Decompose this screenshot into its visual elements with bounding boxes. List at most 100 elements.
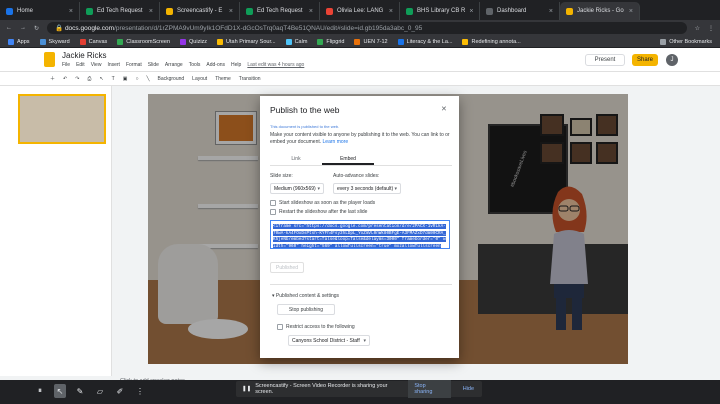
eraser-icon[interactable]: ▱ xyxy=(94,384,106,398)
transition-button[interactable]: Transition xyxy=(239,76,261,82)
bookmark-other[interactable]: Other Bookmarks xyxy=(660,38,712,45)
browser-tab[interactable]: BHS Library CB R × xyxy=(400,2,480,20)
tab-embed[interactable]: Embed xyxy=(322,156,374,165)
bookmark-item[interactable]: Quizizz xyxy=(180,38,207,45)
bookmark-item[interactable]: Literacy & the La... xyxy=(397,38,452,45)
pause-icon[interactable]: ⏸ xyxy=(34,384,46,398)
start-on-load-checkbox[interactable]: Start slideshow as soon as the player lo… xyxy=(270,200,375,206)
checkbox-box[interactable] xyxy=(270,200,276,206)
text-box-icon[interactable]: T xyxy=(112,76,115,82)
bookmark-apps[interactable]: Apps xyxy=(8,38,30,45)
browser-tab-active[interactable]: Jackie Ricks - Go × xyxy=(560,2,640,20)
pen-icon[interactable]: ✎ xyxy=(74,384,86,398)
bookmark-item[interactable]: ClassroomScreen xyxy=(117,38,170,45)
address-bar[interactable]: 🔒 docs.google.com/presentation/d/1rZPMA9… xyxy=(47,22,687,34)
hide-button[interactable]: Hide xyxy=(455,386,482,392)
last-edit-status[interactable]: Last edit was 4 hours ago xyxy=(247,62,304,68)
close-icon[interactable]: ✕ xyxy=(441,105,447,113)
browser-tab[interactable]: Olivia Lee: LANG × xyxy=(320,2,400,20)
back-icon[interactable]: ← xyxy=(6,25,12,31)
close-icon[interactable]: × xyxy=(389,8,393,15)
slide-size-value: Medium (960x569) xyxy=(274,185,316,192)
redo-icon[interactable]: ↷ xyxy=(75,76,79,82)
bookmark-item[interactable]: Skyward xyxy=(39,38,70,45)
bookmark-icon xyxy=(217,38,224,45)
menu-arrange[interactable]: Arrange xyxy=(165,62,183,68)
shape-icon[interactable]: ○ xyxy=(135,76,138,82)
checkbox-box[interactable] xyxy=(270,209,276,215)
auto-advance-select[interactable]: every 3 seconds (default) ▾ xyxy=(333,183,401,194)
browser-tab[interactable]: Home × xyxy=(0,2,80,20)
present-button[interactable]: Present xyxy=(585,54,625,66)
close-icon[interactable]: × xyxy=(549,8,553,15)
extensions-icon[interactable]: ⋮ xyxy=(708,25,714,32)
background-button[interactable]: Background xyxy=(157,76,184,82)
forward-icon[interactable]: → xyxy=(20,25,26,31)
slide-size-select[interactable]: Medium (960x569) ▾ xyxy=(270,183,324,194)
bookmark-icon xyxy=(317,38,324,45)
published-settings-toggle[interactable]: ▾ Published content & settings xyxy=(272,293,339,299)
menu-format[interactable]: Format xyxy=(126,62,142,68)
cursor-icon[interactable]: ↖ xyxy=(54,384,66,398)
print-icon[interactable]: ⎙ xyxy=(87,76,91,82)
embed-code-text: <iframe src="https://docs.google.com/pre… xyxy=(273,224,446,248)
browser-tab[interactable]: Screencastify - E × xyxy=(160,2,240,20)
embed-code-field[interactable]: <iframe src="https://docs.google.com/pre… xyxy=(270,220,450,249)
document-title[interactable]: Jackie Ricks xyxy=(62,51,106,60)
select-icon[interactable]: ↖ xyxy=(99,76,103,82)
highlighter-icon[interactable]: ✐ xyxy=(114,384,126,398)
stop-publishing-button[interactable]: Stop publishing xyxy=(277,304,335,315)
bookmark-item[interactable]: UEN 7-12 xyxy=(354,38,388,45)
published-note: This document is published to the web. xyxy=(270,124,340,129)
bookmark-item[interactable]: Calm xyxy=(285,38,307,45)
close-icon[interactable]: × xyxy=(309,8,313,15)
close-icon[interactable]: × xyxy=(69,8,73,15)
close-icon[interactable]: × xyxy=(229,8,233,15)
avatar[interactable]: J xyxy=(666,54,678,66)
restart-checkbox[interactable]: Restart the slideshow after the last sli… xyxy=(270,209,367,215)
star-icon[interactable]: ☆ xyxy=(695,25,700,32)
bookmark-item[interactable]: Flipgrid xyxy=(317,38,344,45)
menu-file[interactable]: File xyxy=(62,62,70,68)
image-icon[interactable]: ▣ xyxy=(123,76,128,82)
checkbox-box[interactable] xyxy=(277,324,283,330)
bookmark-label: Other Bookmarks xyxy=(669,38,712,45)
bookmark-item[interactable]: Canvas xyxy=(79,38,107,45)
browser-tab[interactable]: Ed Tech Request × xyxy=(240,2,320,20)
menu-slide[interactable]: Slide xyxy=(148,62,159,68)
organization-select[interactable]: Canyons School District - Staff ▾ xyxy=(288,335,370,346)
restrict-access-checkbox[interactable]: Restrict access to the following xyxy=(277,324,355,330)
slide-thumbnail[interactable] xyxy=(18,94,106,144)
undo-icon[interactable]: ↶ xyxy=(63,76,67,82)
menu-addons[interactable]: Add-ons xyxy=(206,62,225,68)
layout-button[interactable]: Layout xyxy=(192,76,207,82)
theme-button[interactable]: Theme xyxy=(215,76,231,82)
tab-favicon xyxy=(406,7,413,15)
more-icon[interactable]: ⋮ xyxy=(134,384,146,398)
tab-link[interactable]: Link xyxy=(270,156,322,165)
auto-advance-label: Auto-advance slides: xyxy=(333,173,380,179)
bookmark-item[interactable]: Redefining annota... xyxy=(462,38,521,45)
browser-tab[interactable]: Ed Tech Request × xyxy=(80,2,160,20)
close-icon[interactable]: × xyxy=(469,8,473,15)
share-button[interactable]: Share xyxy=(632,54,658,66)
reload-icon[interactable]: ↻ xyxy=(34,25,39,32)
menu-edit[interactable]: Edit xyxy=(76,62,85,68)
slides-logo-icon[interactable] xyxy=(44,52,55,67)
add-slide-icon[interactable]: ＋ xyxy=(50,75,55,82)
menu-tools[interactable]: Tools xyxy=(189,62,201,68)
browser-tab[interactable]: Dashboard × xyxy=(480,2,560,20)
stop-sharing-button[interactable]: Stop sharing xyxy=(408,380,451,398)
bookmark-icon xyxy=(79,38,86,45)
menu-help[interactable]: Help xyxy=(231,62,241,68)
close-icon[interactable]: × xyxy=(629,8,633,15)
menu-view[interactable]: View xyxy=(91,62,102,68)
description-text: Make your content visible to anyone by p… xyxy=(270,132,450,145)
publish-tabs: Link Embed xyxy=(270,156,452,166)
close-icon[interactable]: × xyxy=(149,8,153,15)
bookmark-item[interactable]: Utah Primary Sour... xyxy=(217,38,276,45)
menu-insert[interactable]: Insert xyxy=(107,62,120,68)
learn-more-link[interactable]: Learn more xyxy=(323,139,349,145)
line-icon[interactable]: ╲ xyxy=(146,76,149,82)
triangle-down-icon: ▾ xyxy=(272,293,275,299)
